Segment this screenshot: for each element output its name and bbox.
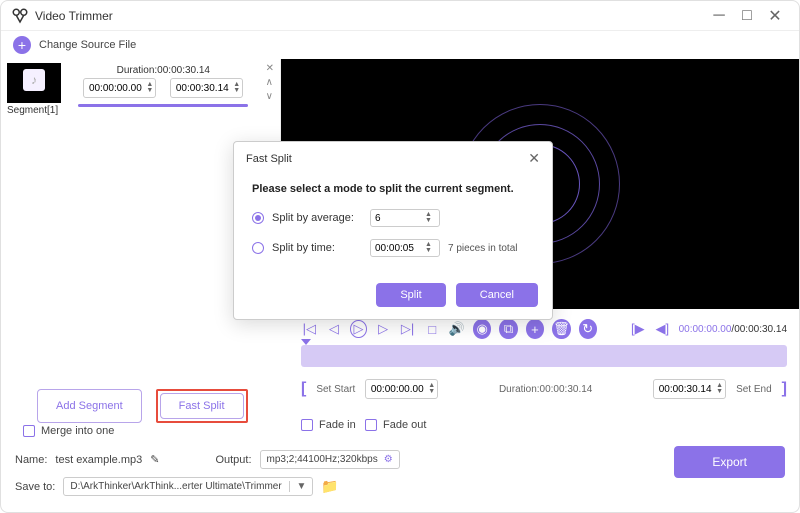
open-folder-icon[interactable]: 📁 xyxy=(321,478,338,495)
add-segment-button[interactable]: Add Segment xyxy=(37,389,142,423)
dialog-close-icon[interactable]: ✕ xyxy=(528,150,540,167)
play-icon[interactable]: ▷ xyxy=(350,320,367,338)
set-end-button[interactable]: Set End xyxy=(732,384,776,395)
mark-in-icon[interactable]: [▶ xyxy=(629,320,646,338)
output-format-box[interactable]: mp3;2;44100Hz;320kbps ⚙ xyxy=(260,450,400,469)
maximize-button[interactable]: □ xyxy=(733,6,761,26)
segment-duration: Duration:00:00:30.14 xyxy=(117,65,210,76)
segment-label: Segment[1] xyxy=(7,105,61,116)
skip-start-icon[interactable]: |◁ xyxy=(301,320,318,338)
dialog-instruction: Please select a mode to split the curren… xyxy=(252,183,534,195)
segment-progress xyxy=(78,104,248,107)
split-time-label: Split by time: xyxy=(272,242,362,254)
refresh-icon[interactable]: ↻ xyxy=(579,319,597,339)
window-title: Video Trimmer xyxy=(35,9,705,23)
playhead-marker[interactable] xyxy=(301,339,311,345)
trim-start-input[interactable]: ▲▼ xyxy=(365,379,438,399)
segment-up-icon[interactable]: ∧ xyxy=(266,77,274,89)
segment-start-input[interactable]: ▲▼ xyxy=(83,78,156,98)
timeline[interactable] xyxy=(301,345,787,367)
gear-icon[interactable]: ⚙ xyxy=(384,454,393,465)
stop-icon[interactable]: □ xyxy=(424,320,441,338)
dialog-cancel-button[interactable]: Cancel xyxy=(456,283,538,307)
split-average-input[interactable]: ▲▼ xyxy=(370,209,440,227)
fadein-label: Fade in xyxy=(319,419,356,431)
saveto-label: Save to: xyxy=(15,481,55,493)
change-source-label[interactable]: Change Source File xyxy=(39,39,136,51)
fast-split-button[interactable]: Fast Split xyxy=(160,393,244,419)
segment-down-icon[interactable]: ∨ xyxy=(266,91,274,103)
fadeout-checkbox[interactable] xyxy=(365,419,377,431)
merge-label: Merge into one xyxy=(41,425,114,437)
bracket-left-icon: [ xyxy=(301,380,306,398)
add-icon[interactable]: + xyxy=(526,319,544,339)
app-logo-icon xyxy=(11,7,29,25)
split-time-note: 7 pieces in total xyxy=(448,243,518,254)
path-dropdown-icon[interactable]: ▼ xyxy=(289,481,306,492)
saveto-path[interactable]: D:\ArkThinker\ArkThink...erter Ultimate\… xyxy=(63,477,313,496)
mark-out-icon[interactable]: ◀] xyxy=(654,320,671,338)
split-time-radio[interactable] xyxy=(252,242,264,254)
segment-end-input[interactable]: ▲▼ xyxy=(170,78,243,98)
add-source-icon[interactable]: + xyxy=(13,36,31,54)
segment-thumbnail[interactable]: ♪ xyxy=(7,63,61,103)
fast-split-dialog: Fast Split ✕ Please select a mode to spl… xyxy=(233,141,553,320)
split-average-radio[interactable] xyxy=(252,212,264,224)
dialog-split-button[interactable]: Split xyxy=(376,283,445,307)
fadein-checkbox[interactable] xyxy=(301,419,313,431)
trim-end-input[interactable]: ▲▼ xyxy=(653,379,726,399)
skip-end-icon[interactable]: ▷| xyxy=(399,320,416,338)
current-time: 00:00:00.00 xyxy=(679,324,732,335)
merge-checkbox[interactable] xyxy=(23,425,35,437)
dialog-title: Fast Split xyxy=(246,153,292,165)
next-icon[interactable]: ▷ xyxy=(375,320,392,338)
minimize-button[interactable]: ─ xyxy=(705,6,733,26)
camera-icon[interactable]: ◉ xyxy=(473,319,491,339)
fadeout-label: Fade out xyxy=(383,419,426,431)
prev-icon[interactable]: ◁ xyxy=(326,320,343,338)
close-button[interactable]: ✕ xyxy=(761,6,789,26)
delete-icon[interactable]: 🗑 xyxy=(552,319,570,339)
split-time-input[interactable]: ▲▼ xyxy=(370,239,440,257)
volume-icon[interactable]: 🔊 xyxy=(448,320,465,338)
segment-close-icon[interactable]: ✕ xyxy=(266,63,274,75)
edit-name-icon[interactable]: ✎ xyxy=(150,453,159,466)
trim-duration: Duration:00:00:30.14 xyxy=(444,384,647,395)
set-start-button[interactable]: Set Start xyxy=(312,384,359,395)
name-value: test example.mp3 xyxy=(55,454,142,466)
split-average-label: Split by average: xyxy=(272,212,362,224)
copy-icon[interactable]: ⧉ xyxy=(499,319,517,339)
output-label: Output: xyxy=(215,454,251,466)
name-label: Name: xyxy=(15,454,47,466)
bracket-right-icon: ] xyxy=(782,380,787,398)
